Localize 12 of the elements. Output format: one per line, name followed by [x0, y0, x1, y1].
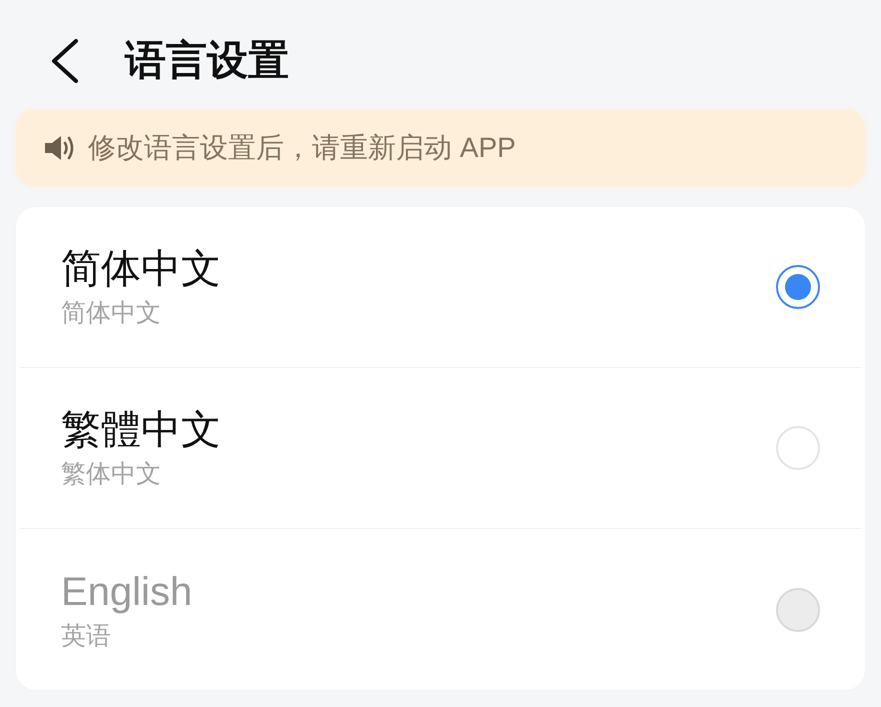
page-title: 语言设置	[125, 36, 289, 86]
language-name: English	[61, 568, 192, 616]
language-subtitle: 英语	[61, 620, 111, 652]
radio-button[interactable]	[776, 265, 820, 309]
back-icon	[50, 39, 80, 83]
speaker-icon	[44, 134, 76, 162]
language-name: 简体中文	[61, 246, 221, 293]
language-subtitle: 简体中文	[61, 298, 161, 329]
language-name: 繁體中文	[61, 407, 221, 454]
back-button[interactable]	[50, 39, 80, 83]
language-subtitle: 繁体中文	[61, 459, 161, 490]
notice-text: 修改语言设置后，请重新启动 APP	[88, 131, 516, 165]
